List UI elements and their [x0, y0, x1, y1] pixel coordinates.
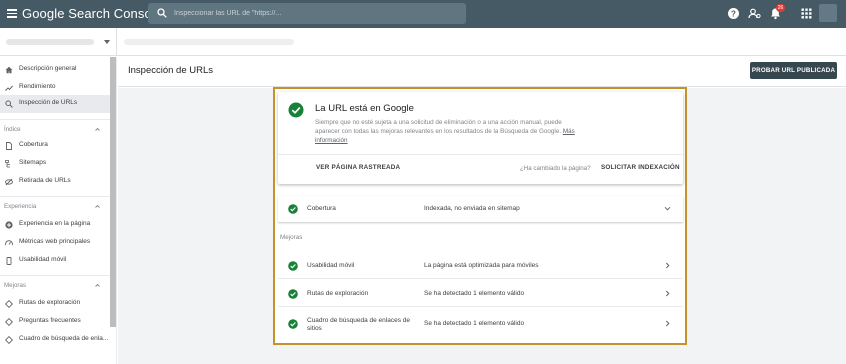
chevron-down-icon[interactable] — [664, 205, 671, 212]
chevron-right-icon[interactable] — [664, 290, 671, 297]
sidebar-item-url-inspection[interactable]: Inspección de URLs — [0, 95, 110, 113]
inspected-url-blurred — [124, 39, 294, 45]
sidebar-item-label: Retirada de URLs — [19, 177, 71, 184]
sidebar-item-sitelinks-searchbox[interactable]: Cuadro de búsqueda de enla... — [0, 331, 110, 349]
diamond-icon — [5, 318, 13, 326]
divider — [278, 278, 683, 279]
property-name-blurred — [6, 39, 94, 45]
speed-icon — [5, 240, 13, 246]
sidebar-item-removals[interactable]: Retirada de URLs — [0, 173, 110, 191]
avatar[interactable] — [819, 4, 837, 22]
improvement-row-sitelinks-searchbox[interactable]: Cuadro de búsqueda de enlaces de sitios … — [278, 309, 683, 339]
sidebar-item-faq[interactable]: Preguntas frecuentes — [0, 313, 110, 331]
section-title-enhancements: Mejoras — [4, 282, 27, 289]
page-changed-question: ¿Ha cambiado la página? — [520, 165, 591, 172]
chevron-up-icon[interactable] — [95, 283, 100, 288]
divider — [0, 275, 110, 276]
search-icon — [157, 8, 167, 18]
help-icon[interactable]: ? — [727, 7, 740, 20]
improvement-row-mobile-usability[interactable]: Usabilidad móvil La página está optimiza… — [278, 253, 683, 279]
search-input[interactable] — [174, 3, 454, 24]
improvement-row-breadcrumbs[interactable]: Rutas de exploración Se ha detectado 1 e… — [278, 281, 683, 307]
sidebar-item-label: Rutas de exploración — [19, 299, 81, 306]
sidebar-item-sitemaps[interactable]: Sitemaps — [0, 155, 110, 173]
status-description: Siempre que no esté sujeta a una solicit… — [315, 119, 575, 145]
app-title[interactable]: Google Search Console — [22, 6, 162, 21]
trending-icon — [5, 85, 13, 91]
sidebar-item-breadcrumbs[interactable]: Rutas de exploración — [0, 295, 110, 313]
phone-icon — [6, 257, 12, 265]
divider — [0, 196, 110, 197]
sidebar-item-core-web-vitals[interactable]: Métricas web principales — [0, 234, 110, 252]
coverage-row[interactable]: Cobertura Indexada, no enviada en sitema… — [278, 196, 683, 222]
plus-circle-icon — [5, 221, 13, 229]
search-box[interactable] — [148, 3, 466, 24]
home-icon — [5, 66, 13, 74]
eye-off-icon — [5, 178, 13, 186]
main-header: Inspección de URLs PROBAR URL PUBLICADA — [118, 57, 846, 87]
chevron-right-icon[interactable] — [664, 262, 671, 269]
improvement-value: La página está optimizada para móviles — [424, 262, 539, 269]
sidebar-item-coverage[interactable]: Cobertura — [0, 137, 110, 155]
property-bar — [0, 28, 846, 56]
divider — [0, 119, 110, 120]
users-settings-icon[interactable] — [748, 7, 761, 20]
sidebar-item-label: Descripción general — [19, 65, 77, 72]
sidebar: Descripción general Rendimiento Inspecci… — [0, 57, 117, 364]
improvement-label: Cuadro de búsqueda de enlaces de sitios — [307, 317, 410, 332]
chevron-down-icon — [104, 40, 110, 44]
request-indexing-button[interactable]: SOLICITAR INDEXACIÓN — [601, 164, 680, 171]
improvement-label: Usabilidad móvil — [307, 262, 355, 269]
sidebar-item-label: Usabilidad móvil — [19, 256, 67, 263]
search-icon — [5, 100, 13, 108]
sidebar-item-label: Sitemaps — [19, 159, 47, 166]
sidebar-item-overview[interactable]: Descripción general — [0, 61, 110, 79]
menu-icon[interactable] — [7, 9, 17, 18]
status-title: La URL está en Google — [315, 103, 414, 114]
top-app-bar: Google Search Console ? 26 — [0, 0, 846, 28]
check-circle-icon — [288, 319, 298, 329]
sidebar-item-label: Métricas web principales — [19, 238, 91, 245]
page-title: Inspección de URLs — [128, 65, 214, 76]
sidebar-scrollbar[interactable] — [110, 57, 116, 327]
divider — [278, 306, 683, 307]
chevron-up-icon[interactable] — [95, 204, 100, 209]
sidebar-item-label: Preguntas frecuentes — [19, 317, 81, 324]
test-live-url-button[interactable]: PROBAR URL PUBLICADA — [750, 62, 837, 79]
property-selector[interactable] — [0, 28, 117, 56]
view-crawled-page-button[interactable]: VER PÁGINA RASTREADA — [316, 164, 400, 171]
sidebar-item-label: Cobertura — [19, 141, 48, 148]
check-circle-icon — [288, 204, 298, 214]
sidebar-item-label: Cuadro de búsqueda de enla... — [19, 335, 109, 342]
sidebar-item-label: Inspección de URLs — [19, 99, 78, 106]
sidebar-item-label: Rendimiento — [19, 83, 56, 90]
check-circle-icon — [288, 102, 304, 118]
improvements-section-title: Mejoras — [280, 234, 303, 241]
coverage-value: Indexada, no enviada en sitemap — [424, 205, 520, 212]
svg-text:?: ? — [731, 9, 736, 18]
improvement-value: Se ha detectado 1 elemento válido — [424, 290, 525, 297]
section-title-index: Índice — [4, 126, 21, 133]
notification-badge: 26 — [776, 4, 785, 12]
url-status-card: La URL está en Google Siempre que no est… — [278, 92, 683, 184]
diamond-icon — [5, 300, 13, 308]
diamond-icon — [5, 336, 13, 344]
coverage-label: Cobertura — [307, 205, 336, 212]
check-circle-icon — [288, 261, 298, 271]
section-title-experience: Experiencia — [4, 203, 37, 210]
sidebar-item-page-experience[interactable]: Experiencia en la página — [0, 216, 110, 234]
sidebar-item-mobile-usability[interactable]: Usabilidad móvil — [0, 252, 110, 270]
chevron-up-icon[interactable] — [95, 127, 100, 132]
check-circle-icon — [288, 289, 298, 299]
file-icon — [6, 142, 12, 150]
sitemap-icon — [5, 160, 10, 168]
apps-grid-icon[interactable] — [800, 7, 813, 20]
sidebar-item-label: Experiencia en la página — [19, 220, 91, 227]
chevron-right-icon[interactable] — [664, 320, 671, 327]
improvement-value: Se ha detectado 1 elemento válido — [424, 320, 525, 327]
divider — [278, 154, 683, 155]
improvement-label: Rutas de exploración — [307, 290, 369, 297]
